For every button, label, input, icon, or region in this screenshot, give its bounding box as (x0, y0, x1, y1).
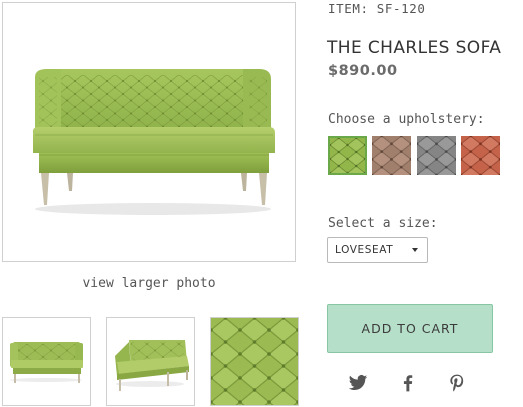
upholstery-label: Choose a upholstery: (328, 112, 485, 127)
sofa-front-image (10, 342, 83, 383)
thumbnail-sofa-angle[interactable] (106, 317, 195, 406)
chevron-down-icon (412, 248, 418, 252)
sofa-image (33, 69, 275, 215)
pinterest-icon[interactable] (447, 373, 467, 393)
add-to-cart-button[interactable]: ADD TO CART (327, 304, 493, 353)
product-price: $890.00 (328, 63, 398, 79)
swatch-grey[interactable] (417, 136, 456, 175)
sofa-angle-image (115, 340, 189, 391)
swatch-taupe[interactable] (372, 136, 411, 175)
size-select[interactable]: LOVESEAT (327, 237, 428, 263)
coral-fabric-swatch-icon (461, 136, 500, 175)
taupe-fabric-swatch-icon (372, 136, 411, 175)
size-label: Select a size: (328, 216, 438, 231)
swatch-coral[interactable] (461, 136, 500, 175)
view-larger-photo-link[interactable]: view larger photo (2, 276, 296, 291)
green-fabric-swatch-icon (330, 138, 365, 173)
grey-fabric-swatch-icon (417, 136, 456, 175)
product-title: THE CHARLES SOFA (327, 38, 502, 58)
swatch-green[interactable] (328, 136, 367, 175)
thumbnail-fabric-closeup[interactable] (210, 317, 299, 406)
facebook-icon[interactable] (398, 373, 418, 393)
thumbnail-sofa-front[interactable] (2, 317, 91, 406)
fabric-closeup-image (211, 318, 298, 405)
item-code: ITEM: SF-120 (328, 1, 426, 16)
twitter-icon[interactable] (348, 373, 368, 393)
main-product-photo[interactable] (2, 2, 296, 262)
size-select-value: LOVESEAT (335, 244, 394, 256)
